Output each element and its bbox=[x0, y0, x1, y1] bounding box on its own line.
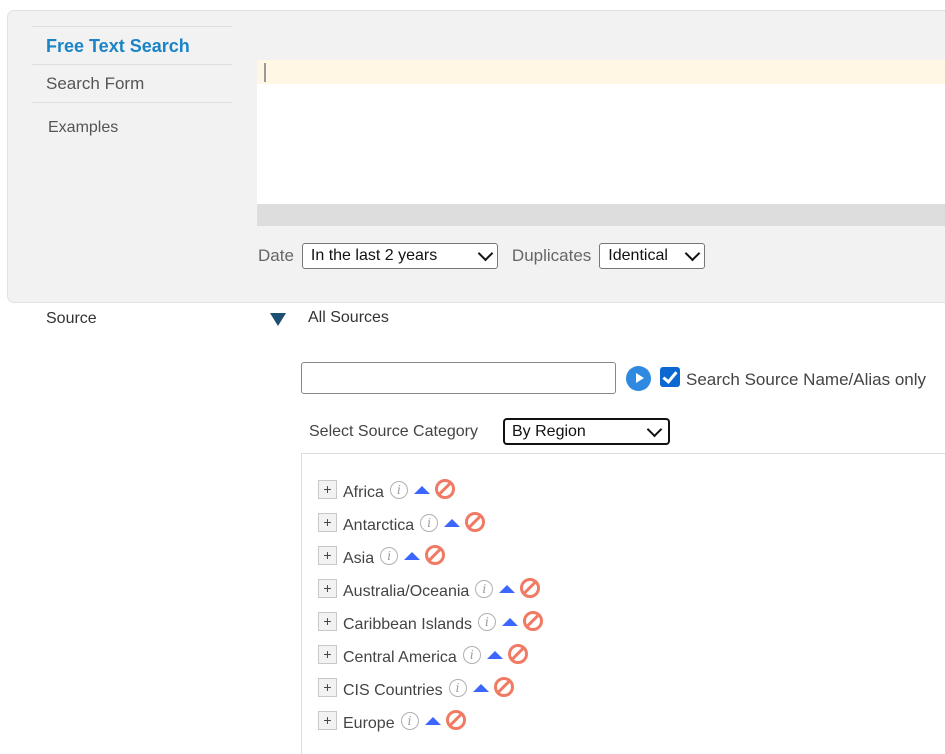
chevron-down-icon bbox=[477, 245, 494, 262]
region-label[interactable]: Australia/Oceania bbox=[343, 583, 469, 601]
duplicates-select-value: Identical bbox=[608, 247, 668, 264]
tree-row: + Africa i bbox=[318, 476, 455, 502]
editor-active-line bbox=[257, 60, 945, 84]
date-select-value: In the last 2 years bbox=[310, 247, 438, 264]
collapse-triangle-icon[interactable] bbox=[270, 313, 286, 326]
region-label[interactable]: Africa bbox=[343, 484, 384, 502]
include-triangle-up-icon[interactable] bbox=[499, 585, 516, 593]
expand-plus-icon[interactable]: + bbox=[318, 678, 337, 697]
filters-row: Date In the last 2 years Duplicates Iden… bbox=[258, 243, 706, 269]
chevron-down-icon bbox=[685, 245, 701, 262]
info-icon[interactable]: i bbox=[475, 580, 494, 598]
region-label[interactable]: Asia bbox=[343, 550, 374, 568]
exclude-ban-icon[interactable] bbox=[434, 479, 455, 499]
expand-plus-icon[interactable]: + bbox=[318, 711, 337, 730]
exclude-ban-icon[interactable] bbox=[520, 578, 541, 598]
info-icon[interactable]: i bbox=[462, 646, 481, 664]
tree-row: + Asia i bbox=[318, 542, 446, 568]
info-icon[interactable]: i bbox=[400, 712, 419, 730]
free-text-editor[interactable] bbox=[257, 60, 945, 226]
all-sources-label[interactable]: All Sources bbox=[308, 309, 389, 327]
source-category-label: Select Source Category bbox=[309, 423, 478, 440]
text-cursor bbox=[264, 63, 266, 82]
include-triangle-up-icon[interactable] bbox=[404, 552, 421, 560]
search-go-icon[interactable] bbox=[626, 366, 651, 391]
sidebar-nav: Free Text Search Search Form Examples bbox=[32, 26, 232, 152]
exclude-ban-icon[interactable] bbox=[522, 611, 543, 631]
region-label[interactable]: CIS Countries bbox=[343, 682, 443, 700]
source-name-alias-label[interactable]: Search Source Name/Alias only bbox=[686, 370, 926, 390]
date-label: Date bbox=[258, 246, 294, 265]
info-icon[interactable]: i bbox=[389, 481, 408, 499]
expand-plus-icon[interactable]: + bbox=[318, 579, 337, 598]
info-icon[interactable]: i bbox=[477, 613, 496, 631]
nav-search-form[interactable]: Search Form bbox=[32, 64, 232, 102]
chevron-down-icon bbox=[646, 421, 663, 437]
exclude-ban-icon[interactable] bbox=[507, 644, 528, 664]
include-triangle-up-icon[interactable] bbox=[424, 717, 441, 725]
exclude-ban-icon[interactable] bbox=[493, 677, 514, 697]
nav-free-text-search[interactable]: Free Text Search bbox=[32, 26, 232, 64]
include-triangle-up-icon[interactable] bbox=[486, 651, 503, 659]
exclude-ban-icon[interactable] bbox=[425, 545, 446, 565]
source-name-alias-checkbox[interactable] bbox=[660, 367, 680, 387]
region-tree: + Africa i + Antarctica i + Asia i + Aus… bbox=[301, 453, 945, 754]
info-icon[interactable]: i bbox=[380, 547, 399, 565]
region-label[interactable]: Central America bbox=[343, 649, 457, 667]
duplicates-select[interactable]: Identical bbox=[599, 243, 706, 269]
info-icon[interactable]: i bbox=[420, 514, 439, 532]
tree-row: + Australia/Oceania i bbox=[318, 575, 541, 601]
date-select[interactable]: In the last 2 years bbox=[301, 243, 498, 269]
expand-plus-icon[interactable]: + bbox=[318, 645, 337, 664]
expand-plus-icon[interactable]: + bbox=[318, 612, 337, 631]
include-triangle-up-icon[interactable] bbox=[444, 519, 461, 527]
info-icon[interactable]: i bbox=[448, 679, 467, 697]
expand-plus-icon[interactable]: + bbox=[318, 480, 337, 499]
source-category-select[interactable]: By Region bbox=[503, 418, 670, 445]
tree-row: + Caribbean Islands i bbox=[318, 608, 543, 634]
source-category-value: By Region bbox=[512, 422, 586, 440]
tree-row: + Central America i bbox=[318, 641, 528, 667]
duplicates-label: Duplicates bbox=[511, 246, 592, 265]
region-label[interactable]: Europe bbox=[343, 715, 395, 733]
region-label[interactable]: Antarctica bbox=[343, 517, 414, 535]
exclude-ban-icon[interactable] bbox=[445, 710, 466, 730]
region-label[interactable]: Caribbean Islands bbox=[343, 616, 472, 634]
expand-plus-icon[interactable]: + bbox=[318, 546, 337, 565]
nav-examples[interactable]: Examples bbox=[32, 102, 232, 152]
include-triangle-up-icon[interactable] bbox=[413, 486, 430, 494]
include-triangle-up-icon[interactable] bbox=[472, 684, 489, 692]
tree-row: + CIS Countries i bbox=[318, 674, 514, 700]
expand-plus-icon[interactable]: + bbox=[318, 513, 337, 532]
include-triangle-up-icon[interactable] bbox=[501, 618, 518, 626]
tree-row: + Europe i bbox=[318, 707, 466, 733]
source-search-input[interactable] bbox=[301, 362, 616, 394]
exclude-ban-icon[interactable] bbox=[465, 512, 486, 532]
editor-horizontal-scrollbar[interactable] bbox=[257, 204, 945, 226]
source-label: Source bbox=[46, 310, 97, 327]
tree-row: + Antarctica i bbox=[318, 509, 486, 535]
